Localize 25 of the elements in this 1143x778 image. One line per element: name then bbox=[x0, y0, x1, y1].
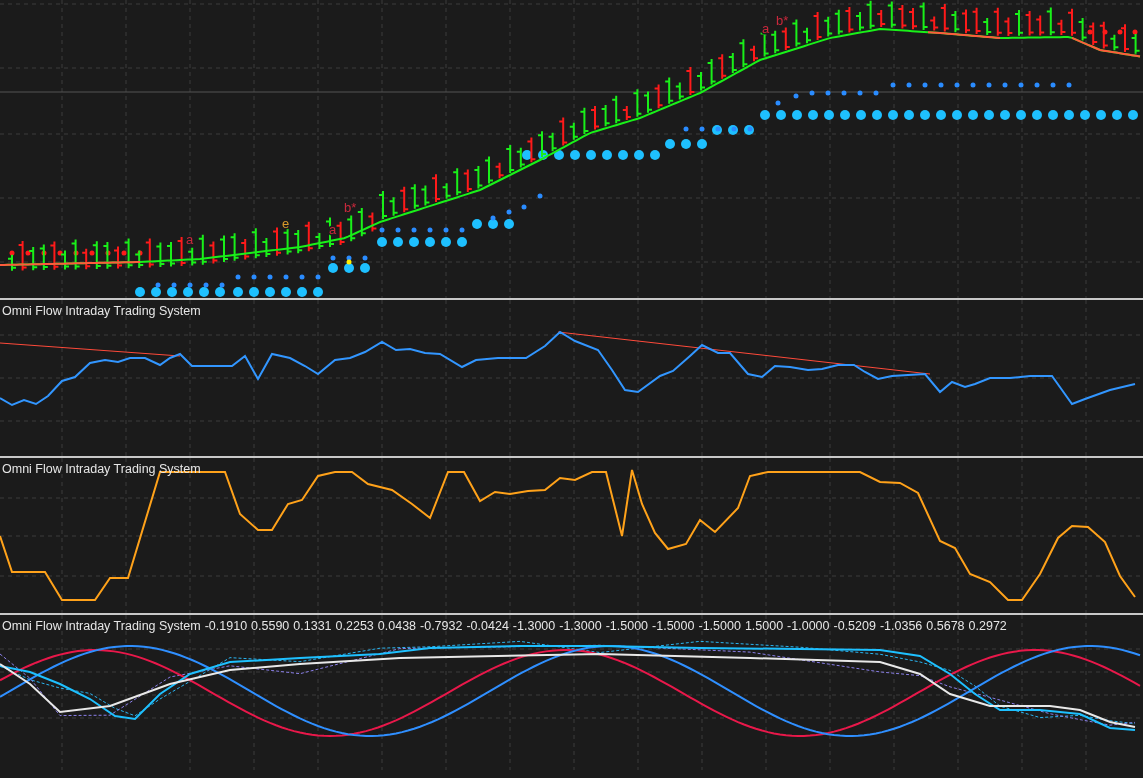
indicator-value: -1.5000 bbox=[698, 619, 741, 633]
indicator-value: -1.0000 bbox=[787, 619, 830, 633]
indicator-value: -0.0424 bbox=[466, 619, 509, 633]
indicator-title: Omni Flow Intraday Trading System bbox=[2, 619, 201, 633]
indicator-value: 0.1331 bbox=[293, 619, 332, 633]
indicator-value: 0.0438 bbox=[377, 619, 417, 633]
indicator-value: 0.2253 bbox=[335, 619, 374, 633]
signal-label: a bbox=[762, 21, 770, 36]
indicator-value: 0.5678 bbox=[926, 619, 965, 633]
indicator-value: 0.2972 bbox=[968, 619, 1007, 633]
indicator-value: 1.5000 bbox=[744, 619, 784, 633]
indicator-value: -0.7932 bbox=[420, 619, 463, 633]
indicator-value: -0.5209 bbox=[833, 619, 876, 633]
indicator-value: -1.5000 bbox=[605, 619, 649, 633]
indicator-value: -1.3000 bbox=[512, 619, 556, 633]
indicator-value: -1.0356 bbox=[879, 619, 923, 633]
indicator-value: -1.5000 bbox=[652, 619, 695, 633]
indicator-value: -0.1910 bbox=[204, 619, 248, 633]
indicator-title: Omni Flow Intraday Trading System bbox=[2, 304, 201, 318]
signal-label: e bbox=[282, 216, 290, 231]
signal-label: a bbox=[186, 232, 194, 247]
indicator-value: -1.3000 bbox=[559, 619, 602, 633]
signal-label: b* bbox=[776, 13, 789, 28]
indicator-value: 0.5590 bbox=[251, 619, 290, 633]
signal-label: b* bbox=[344, 200, 357, 215]
